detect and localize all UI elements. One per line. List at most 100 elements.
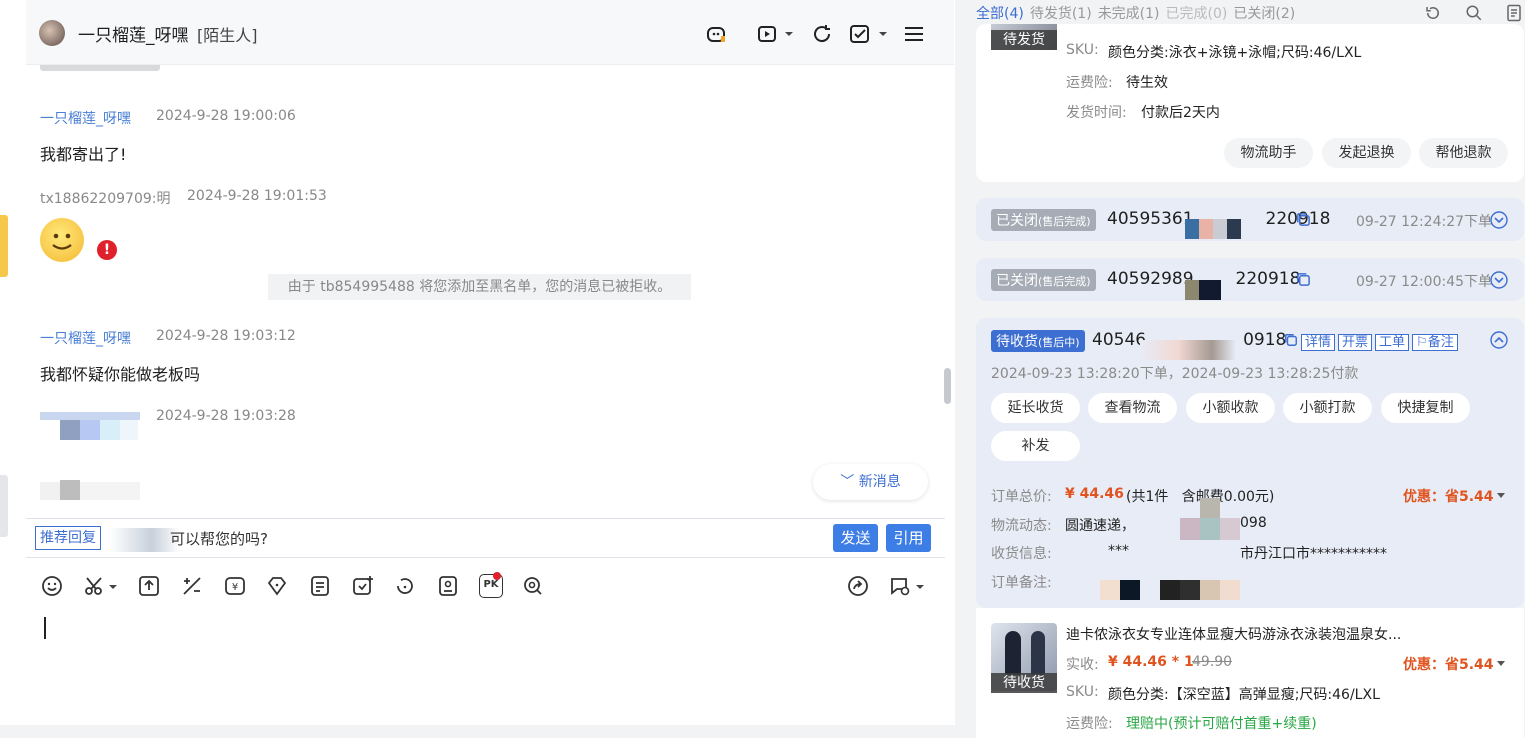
upload-icon[interactable] [137,574,161,598]
sku-value: 颜色分类:【深空蓝】高弹显瘦;尺码:46/LXL [1108,687,1380,703]
caret-down-icon[interactable] [1497,659,1505,667]
reissue-button[interactable]: 补发 [991,431,1080,461]
status-badge: 已关闭(售后完成) [991,209,1096,231]
discount: 优惠：省5.44 [1403,489,1494,505]
tab-incomplete[interactable]: 未完成(1) [1098,6,1160,22]
ship-time-label: 发货时间: [1066,105,1127,121]
product-title[interactable]: 迪卡侬泳衣女专业连体显瘦大码游泳衣泳装泡温泉女... [1066,624,1401,644]
side-marker-2 [0,475,8,537]
clipped-message [40,65,170,77]
logistics-label: 物流动态: [991,518,1052,534]
status-sub: (售后完成) [1038,275,1091,288]
ticket-tag[interactable]: 工单 [1375,334,1410,351]
collapse-icon[interactable] [1490,331,1508,349]
remark-tag[interactable]: ⚐备注 [1412,334,1458,351]
order-dates: 2024-09-23 13:28:20下单，2024-09-23 13:28:2… [991,366,1359,382]
send-failed-icon[interactable]: ! [97,240,117,260]
chevron-down-icon-2[interactable] [878,30,888,38]
suggest-reply-text[interactable]: 可以帮您的吗? [170,528,268,549]
order-number-a: 40546 [1092,330,1147,350]
view-logistics-button[interactable]: 查看物流 [1088,393,1177,423]
location-search-icon[interactable] [521,574,545,598]
expand-icon[interactable] [1490,271,1508,289]
small-payout-button[interactable]: 小额打款 [1283,393,1372,423]
message-sender[interactable]: tx18862209709:明 [40,188,170,208]
coupon-icon[interactable]: ¥ [223,574,247,598]
document-icon[interactable] [1506,4,1522,22]
address-value-a: *** [1108,543,1129,559]
chat-header: 一只榴莲_呀嘿 [陌生人] [26,0,954,65]
copy-icon[interactable] [1284,333,1298,347]
menu-icon[interactable] [902,22,926,46]
chat-settings-icon[interactable] [888,574,912,598]
copy-icon[interactable] [1296,272,1311,287]
diamond-icon[interactable] [265,574,289,598]
blurred-content [1185,280,1221,300]
tab-all[interactable]: 全部(4) [976,6,1024,22]
contact-name[interactable]: 一只榴莲_呀嘿 [78,21,189,46]
insurance-label: 运费险: [1066,716,1113,732]
share-icon[interactable] [846,574,870,598]
new-message-button[interactable]: ﹀ 新消息 [813,464,928,500]
side-marker [0,215,8,277]
detail-tag[interactable]: 详情 [1301,334,1336,351]
expand-icon[interactable] [1490,211,1508,229]
refresh-icon[interactable] [810,22,834,46]
total-price: ¥ 44.46 [1065,486,1124,502]
chevron-down-icon[interactable] [784,30,794,38]
discount-icon[interactable] [180,574,204,598]
add-card-icon[interactable] [351,574,375,598]
invoice-tag[interactable]: 开票 [1338,334,1373,351]
order-tabs: 全部(4) 待发货(1) 未完成(1) 已完成(0) 已关闭(2) [976,3,1301,23]
paid-label: 实收: [1066,657,1099,673]
caret-down-icon[interactable] [1497,491,1505,499]
receipt-icon[interactable] [308,574,332,598]
contact-tag: [陌生人] [197,26,258,45]
video-icon[interactable] [756,22,780,46]
robot-icon[interactable] [704,22,728,46]
tab-pending-ship[interactable]: 待发货(1) [1030,6,1092,22]
chevron-down-icon-4[interactable] [915,583,925,591]
emoji-icon[interactable] [40,574,64,598]
redo-icon[interactable] [393,574,417,598]
message-text: 我都怀疑你能做老板吗 [40,365,201,384]
status-sub: (售后中) [1038,336,1080,349]
tab-closed[interactable]: 已关闭(2) [1233,6,1295,22]
chevron-down-icon-3[interactable] [108,583,118,591]
insurance-value: 待生效 [1126,75,1168,91]
avatar[interactable] [39,20,65,46]
return-exchange-button[interactable]: 发起退换 [1322,138,1411,168]
scissors-icon[interactable] [83,574,107,598]
quote-button[interactable]: 引用 [886,524,931,552]
quick-copy-button[interactable]: 快捷复制 [1381,393,1470,423]
order-number-a: 40592989 [1107,269,1194,289]
small-charge-button[interactable]: 小额收款 [1186,393,1275,423]
remark-label: 订单备注: [991,575,1052,591]
reload-icon[interactable] [1424,4,1442,22]
tab-complete[interactable]: 已完成(0) [1166,6,1228,22]
remark-tag-label: 备注 [1427,335,1454,350]
message-sender[interactable]: 一只榴莲_呀嘿 [40,328,131,348]
logistics-helper-button[interactable]: 物流助手 [1224,138,1313,168]
refund-button[interactable]: 帮他退款 [1419,138,1508,168]
search-icon[interactable] [1465,4,1483,22]
extend-receipt-button[interactable]: 延长收货 [991,393,1080,423]
blurred-content [1185,219,1241,239]
address-label: 收货信息: [991,546,1052,562]
blurred-content [40,412,160,512]
message-text: 我都寄出了! [40,145,127,164]
copy-icon[interactable] [1296,212,1311,227]
message-input[interactable] [26,608,954,725]
logistics-value: 圆通速递， [1065,518,1135,534]
message-sender[interactable]: 一只榴莲_呀嘿 [40,108,131,128]
sku-value: 颜色分类:泳衣+泳镜+泳帽;尺码:46/LXL [1108,45,1362,61]
task-check-icon[interactable] [848,22,872,46]
contact-card-icon[interactable] [436,574,460,598]
pk-label: PK [483,579,499,590]
order-time: 09-27 12:00:45下单 [1356,274,1493,290]
suggest-reply-tag[interactable]: 推荐回复 [35,526,101,550]
smiley-emoji-icon [40,218,84,262]
chat-scrollbar[interactable] [944,368,951,404]
order-number-b: 0918 [1243,330,1287,350]
send-button[interactable]: 发送 [833,524,878,552]
